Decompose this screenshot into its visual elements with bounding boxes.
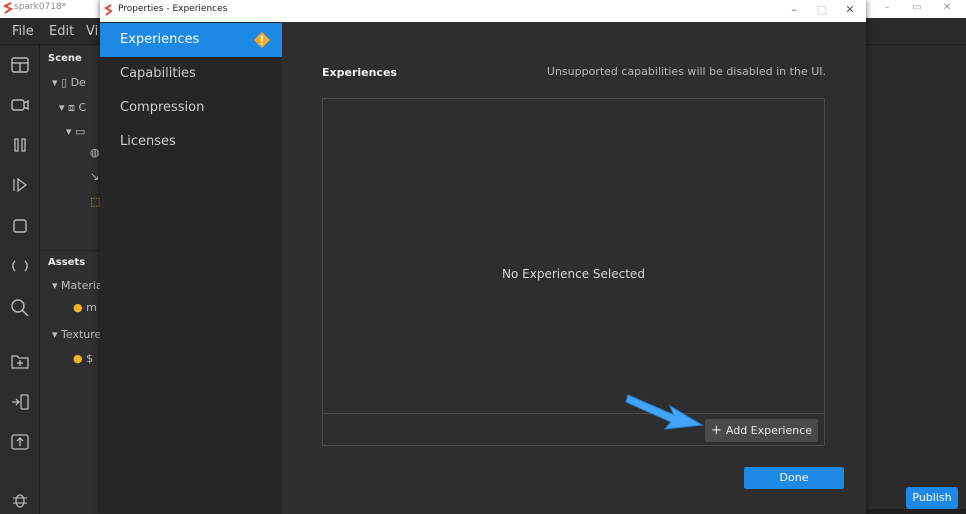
publish-button[interactable]: Publish [906,487,958,509]
tree-item-canvas[interactable]: ▾ ▭ [66,125,85,138]
add-experience-label: Add Experience [725,424,813,437]
dialog-titlebar: Properties - Experiences – □ ✕ [100,0,866,22]
tree-item-camera[interactable]: ▾ ⧈ C [59,101,86,115]
tree-item-texture[interactable]: ● $ [73,352,93,365]
experience-list-footer: + Add Experience [323,413,824,445]
warning-icon [254,32,270,48]
camera-icon[interactable] [9,94,31,116]
nav-item-capabilities[interactable]: Capabilities [100,57,282,91]
menu-view[interactable]: Vi [86,24,98,39]
properties-dialog: Properties - Experiences – □ ✕ Experienc… [100,0,866,514]
upload-icon[interactable] [9,431,31,453]
left-toolbar [0,45,40,514]
dialog-title: Properties - Experiences [118,4,228,14]
app-maximize-button[interactable]: ▭ [902,0,932,18]
plus-icon: + [710,423,722,438]
app-minimize-button[interactable]: – [872,0,902,18]
search-icon[interactable] [9,297,31,319]
callout-arrow-icon [625,394,704,430]
assets-panel: Assets ▾ Materia ● m ▾ Texture ● $ [40,250,103,514]
assets-header: Assets [48,257,86,268]
dialog-minimize-button[interactable]: – [780,0,808,22]
scene-header: Scene [48,53,82,64]
section-note: Unsupported capabilities will be disable… [546,65,826,78]
light-icon: ↘ [90,170,100,183]
nav-item-label: Experiences [120,32,200,47]
play-icon[interactable] [9,174,31,196]
menu-edit[interactable]: Edit [49,24,74,39]
nav-item-licenses[interactable]: Licenses [100,125,282,159]
send-to-device-icon[interactable] [9,391,31,413]
app-title: spark0718* [14,2,67,12]
stop-icon[interactable] [9,215,31,237]
inspector-panel [866,45,966,514]
section-title: Experiences [322,66,397,79]
experience-list: No Experience Selected + Add Experience [322,98,825,446]
dialog-maximize-button[interactable]: □ [808,0,836,22]
pause-icon[interactable] [9,134,31,156]
refresh-icon[interactable] [9,255,31,277]
tree-item-textures[interactable]: ▾ Texture [52,328,101,341]
dialog-close-button[interactable]: ✕ [836,0,864,22]
nav-item-compression[interactable]: Compression [100,91,282,125]
tree-item-materials[interactable]: ▾ Materia [52,279,103,292]
rectangle-icon: ⬚ [90,195,101,208]
add-experience-button[interactable]: + Add Experience [705,419,818,442]
tree-item-device[interactable]: ▾ ▯ De [52,76,86,89]
dialog-nav: Experiences Capabilities Compression Lic… [100,22,282,514]
import-icon[interactable] [9,350,31,372]
menu-file[interactable]: File [12,24,34,39]
empty-state-text: No Experience Selected [502,267,645,281]
layout-icon[interactable] [9,54,31,76]
globe-icon: ◍ [90,146,100,159]
spark-logo-icon [3,2,13,14]
debug-icon[interactable] [9,489,31,511]
scene-panel: Scene ▾ ▯ De ▾ ⧈ C ▾ ▭ ◍ ↘ ⬚ [40,45,100,250]
done-button[interactable]: Done [744,467,844,489]
nav-item-experiences[interactable]: Experiences [100,23,282,57]
tree-item-material[interactable]: ● m [73,301,97,314]
app-close-button[interactable]: ✕ [932,0,962,18]
dialog-body: Experiences Unsupported capabilities wil… [282,22,866,514]
spark-logo-icon [104,4,113,16]
